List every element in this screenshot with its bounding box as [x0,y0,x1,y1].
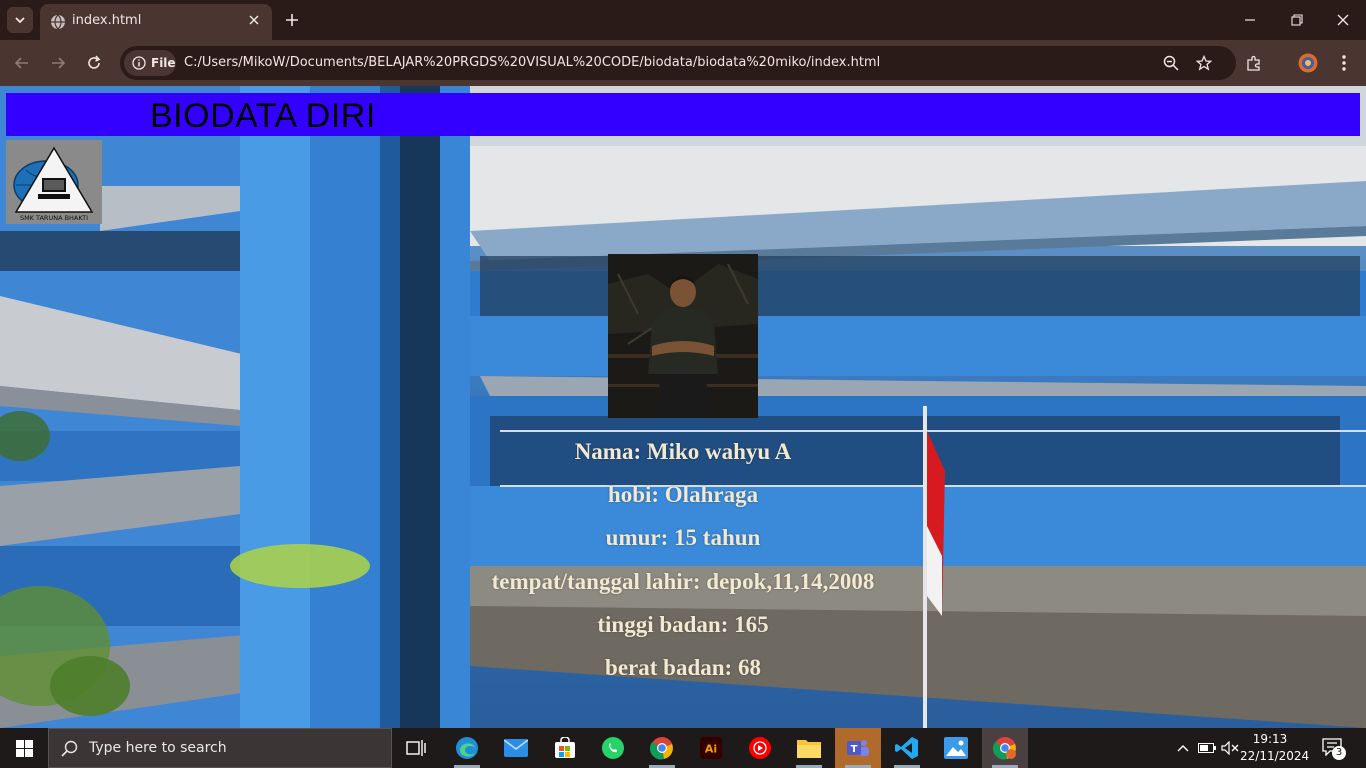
windows-icon [15,739,33,757]
zoom-button[interactable] [1161,53,1181,73]
battery-icon [1198,743,1216,753]
svg-text:T: T [851,744,858,755]
svg-text:SMK TARUNA BHAKTI: SMK TARUNA BHAKTI [20,214,88,222]
new-tab-button[interactable] [280,8,304,32]
taskbar-whatsapp[interactable] [590,728,636,768]
tab-search-button[interactable] [7,7,33,33]
info-name: Nama: Miko wahyu A [574,439,792,464]
teams-icon: T [847,740,869,756]
search-icon [61,740,78,757]
page-header: BIODATA DIRI [6,93,1360,136]
show-hidden-icons-button[interactable] [1173,738,1193,758]
mail-icon [504,739,528,757]
restore-icon [1291,14,1303,26]
start-button[interactable] [0,728,48,768]
volume-control[interactable] [1220,738,1240,758]
zoom-out-icon [1163,55,1179,71]
tab-close-button[interactable] [244,10,264,30]
vscode-icon [895,737,918,759]
windows-taskbar: Type here to search Ai T 19:13 22/11/202… [0,728,1366,768]
back-button[interactable] [10,51,34,75]
taskbar-vscode[interactable] [884,728,930,768]
clock-time: 19:13 [1252,732,1288,746]
task-view-button[interactable] [393,728,439,768]
info-hobby: hobi: Olahraga [607,482,759,507]
address-bar[interactable]: File C:/Users/MikoW/Documents/BELAJAR%20… [120,46,1236,80]
url-text: C:/Users/MikoW/Documents/BELAJAR%20PRGDS… [184,55,881,70]
close-icon [249,15,259,25]
minimize-icon [1245,19,1255,21]
browser-tab[interactable]: index.html [40,4,272,40]
edge-icon [456,737,478,759]
taskbar-search-box[interactable]: Type here to search [48,728,392,768]
arrow-right-icon [52,57,66,69]
folder-icon [797,740,821,758]
chrome-icon [993,737,1016,760]
store-icon [555,737,575,758]
profile-button[interactable] [1297,52,1319,74]
bookmark-button[interactable] [1194,53,1214,73]
notification-badge: 3 [1332,746,1346,760]
taskbar-youtube-music[interactable] [737,728,783,768]
tab-title: index.html [72,13,142,28]
volume-muted-icon [1221,741,1239,755]
close-icon [1337,14,1349,26]
taskbar-teams[interactable]: T [835,728,881,768]
taskbar-chrome-active[interactable] [982,728,1028,768]
search-placeholder: Type here to search [89,740,227,756]
info-weight: berat badan: 68 [605,655,761,680]
notification-center-button[interactable]: 3 [1320,736,1346,760]
taskbar-chrome[interactable] [639,728,685,768]
illustrator-icon: Ai [700,737,722,759]
taskbar-photos[interactable] [933,728,979,768]
chrome-icon [650,737,673,760]
reload-icon [88,55,101,69]
taskbar-file-explorer[interactable] [786,728,832,768]
plus-icon [286,14,298,26]
avatar [1298,53,1318,73]
info-height: tinggi badan: 165 [597,612,769,637]
globe-icon [51,14,65,30]
clock-date: 22/11/2024 [1240,749,1310,763]
taskbar-mail[interactable] [493,728,539,768]
more-vertical-icon [1342,55,1346,71]
school-logo-image: SMK TARUNA BHAKTI [13,146,94,222]
minimize-button[interactable] [1238,8,1262,32]
restore-button[interactable] [1285,8,1309,32]
info-birth: tempat/tanggal lahir: depok,11,14,2008 [491,569,875,594]
chevron-up-icon [1177,745,1189,752]
browser-tab-bar: index.html [0,0,1366,40]
page-title: BIODATA DIRI [150,97,376,135]
profile-photo-image [608,254,758,418]
youtube-music-icon [749,737,771,759]
profile-photo [608,254,758,418]
forward-button[interactable] [46,51,70,75]
svg-text:Ai: Ai [705,743,717,756]
whatsapp-icon [602,737,624,759]
info-icon [132,56,146,70]
star-icon [1196,55,1212,71]
extensions-button[interactable] [1243,52,1265,74]
task-view-icon [406,740,426,756]
window-close-button[interactable] [1331,8,1355,32]
arrow-left-icon [14,57,28,69]
photos-icon [944,737,968,759]
taskbar-edge[interactable] [444,728,490,768]
reload-button[interactable] [82,51,106,75]
battery-status[interactable] [1197,738,1217,758]
taskbar-clock[interactable]: 19:13 22/11/2024 [1240,731,1310,765]
taskbar-illustrator[interactable]: Ai [688,728,734,768]
info-age: umur: 15 tahun [605,525,761,550]
browser-menu-button[interactable] [1333,52,1355,74]
school-logo: SMK TARUNA BHAKTI [6,140,102,224]
browser-toolbar: File C:/Users/MikoW/Documents/BELAJAR%20… [0,40,1366,86]
site-info-chip[interactable]: File [124,50,176,76]
url-chip-label: File [151,56,176,70]
chevron-down-icon [15,17,25,24]
page-viewport: BIODATA DIRI SMK TARUNA BHAKTI Nama: Mik… [0,86,1366,728]
taskbar-store[interactable] [542,728,588,768]
puzzle-icon [1247,55,1260,71]
